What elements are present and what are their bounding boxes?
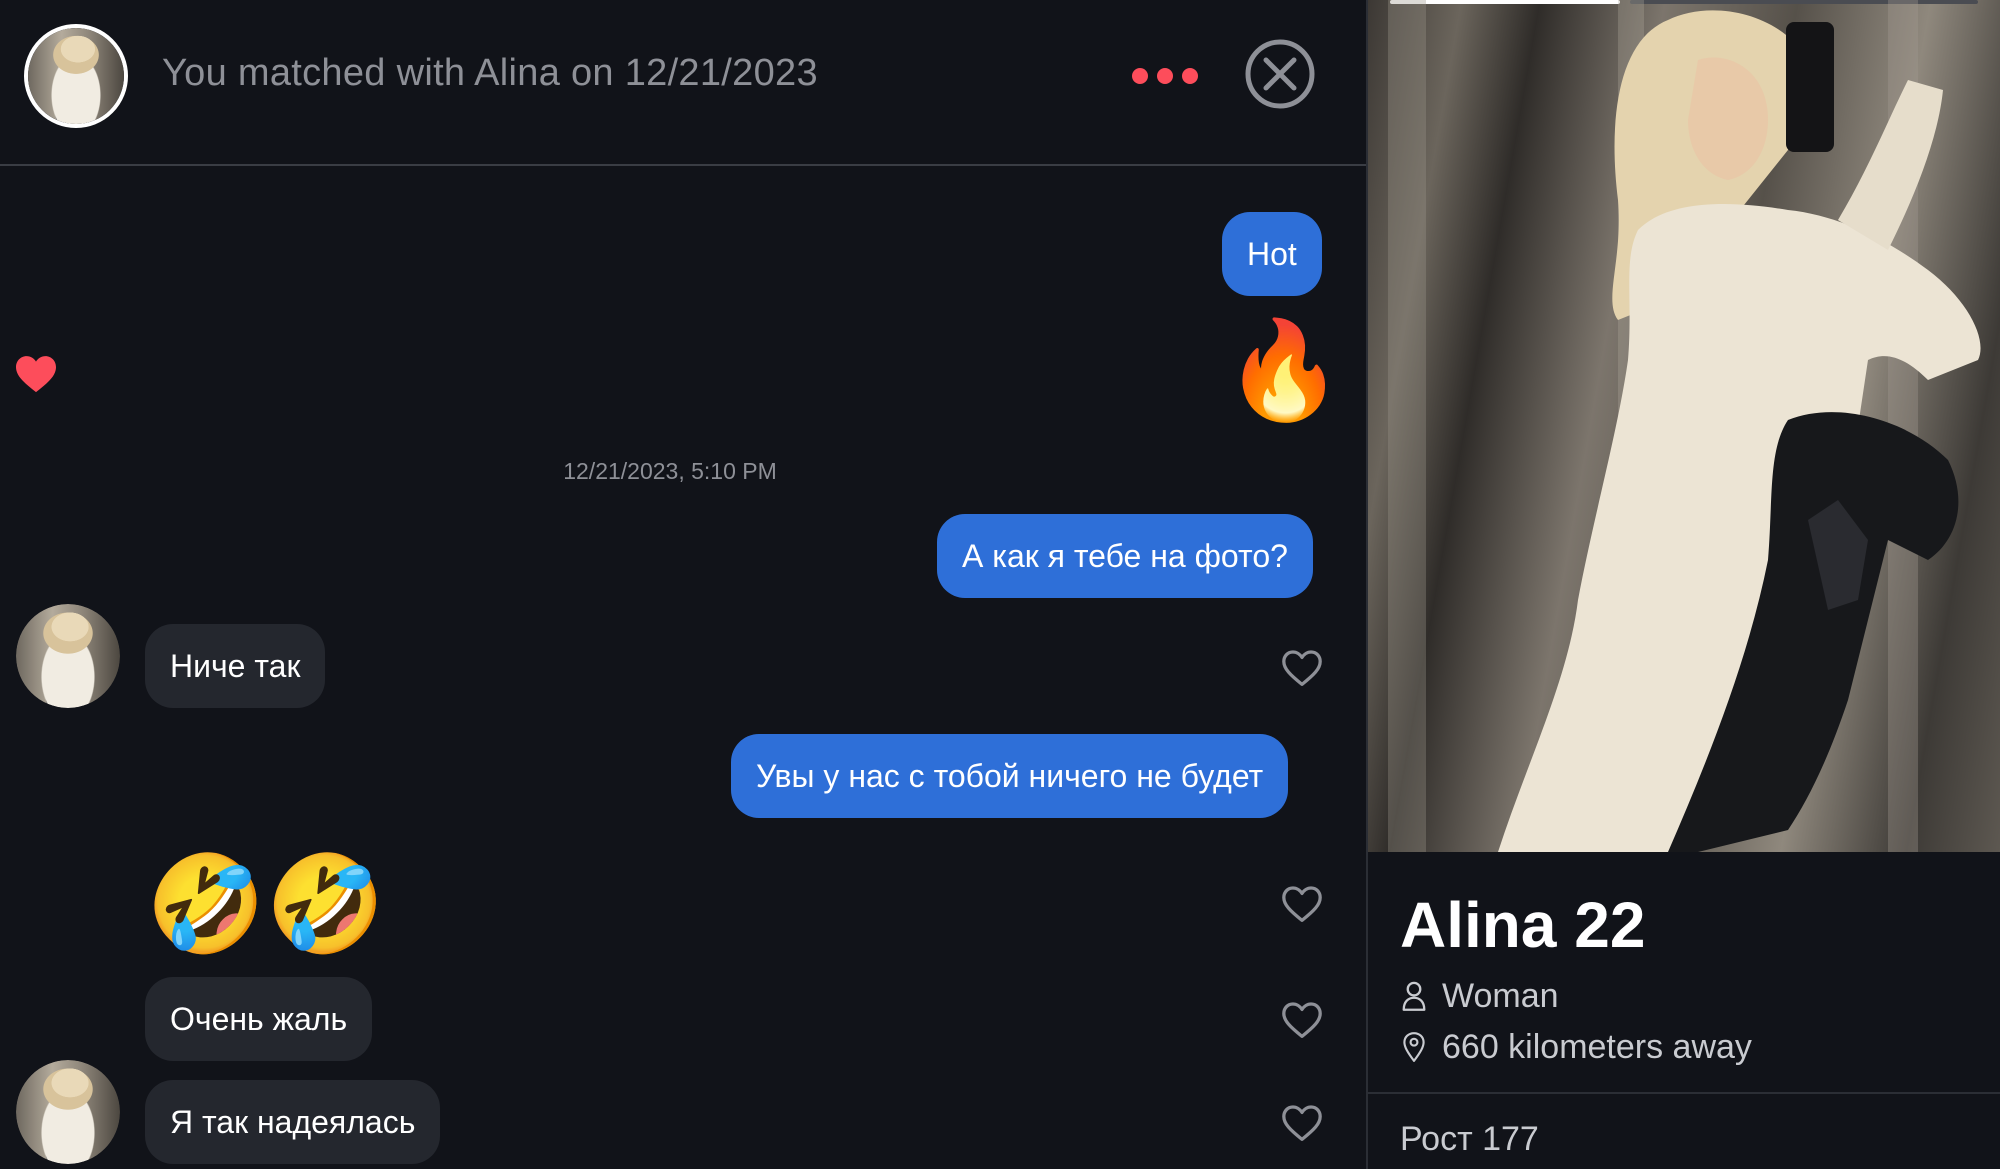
like-heart-icon[interactable] bbox=[1280, 884, 1324, 924]
dot-icon bbox=[1157, 68, 1173, 84]
match-title: You matched with Alina on 12/21/2023 bbox=[162, 52, 818, 94]
message-bubble-sent[interactable]: Hot bbox=[1222, 212, 1322, 296]
profile-photo-figure bbox=[1388, 0, 1981, 852]
location-pin-icon bbox=[1403, 1032, 1425, 1062]
message-bubble-sent[interactable]: А как я тебе на фото? bbox=[937, 514, 1313, 598]
message-emoji-sent[interactable]: 🔥 bbox=[1224, 322, 1344, 418]
message-bubble-sent[interactable]: Увы у нас с тобой ничего не будет bbox=[731, 734, 1289, 818]
gender-text: Woman bbox=[1442, 976, 1559, 1015]
sender-avatar[interactable] bbox=[16, 604, 120, 708]
close-icon bbox=[1245, 39, 1315, 109]
profile-divider bbox=[1368, 1092, 2000, 1094]
distance-text: 660 kilometers away bbox=[1442, 1027, 1752, 1066]
match-avatar[interactable] bbox=[24, 24, 128, 128]
avatar-image bbox=[28, 28, 124, 124]
person-icon bbox=[1402, 981, 1426, 1011]
message-bubble-received[interactable]: Очень жаль bbox=[145, 977, 373, 1061]
dot-icon bbox=[1132, 68, 1148, 84]
app-root: You matched with Alina on 12/21/2023 Hot… bbox=[0, 0, 2000, 1169]
distance-row: 660 kilometers away bbox=[1400, 1025, 1752, 1069]
sender-avatar[interactable] bbox=[16, 1060, 120, 1164]
profile-photo[interactable] bbox=[1368, 0, 2000, 852]
height-text: Рост 177 bbox=[1400, 1120, 1539, 1158]
profile-name-age: Alina 22 bbox=[1400, 889, 1646, 961]
chat-panel: You matched with Alina on 12/21/2023 Hot… bbox=[0, 0, 1366, 1169]
profile-panel: Alina 22 Woman 660 kilometers away Рост … bbox=[1368, 0, 2000, 1169]
dot-icon bbox=[1182, 68, 1198, 84]
message-emoji-received[interactable]: 🤣🤣 bbox=[146, 856, 385, 952]
avatar-image bbox=[16, 1060, 120, 1164]
avatar-image bbox=[16, 604, 120, 708]
like-heart-icon[interactable] bbox=[1280, 1000, 1324, 1040]
message-bubble-received[interactable]: Ниче так bbox=[145, 624, 326, 708]
message-bubble-received[interactable]: Я так надеялась bbox=[145, 1080, 441, 1164]
like-heart-icon[interactable] bbox=[1280, 648, 1324, 688]
chat-header: You matched with Alina on 12/21/2023 bbox=[0, 0, 1366, 166]
message-timestamp: 12/21/2023, 5:10 PM bbox=[563, 458, 777, 484]
gender-row: Woman bbox=[1400, 974, 1559, 1018]
more-options-button[interactable] bbox=[1130, 64, 1200, 88]
close-button[interactable] bbox=[1244, 38, 1316, 110]
liked-heart-icon[interactable] bbox=[14, 354, 58, 394]
like-heart-icon[interactable] bbox=[1280, 1103, 1324, 1143]
